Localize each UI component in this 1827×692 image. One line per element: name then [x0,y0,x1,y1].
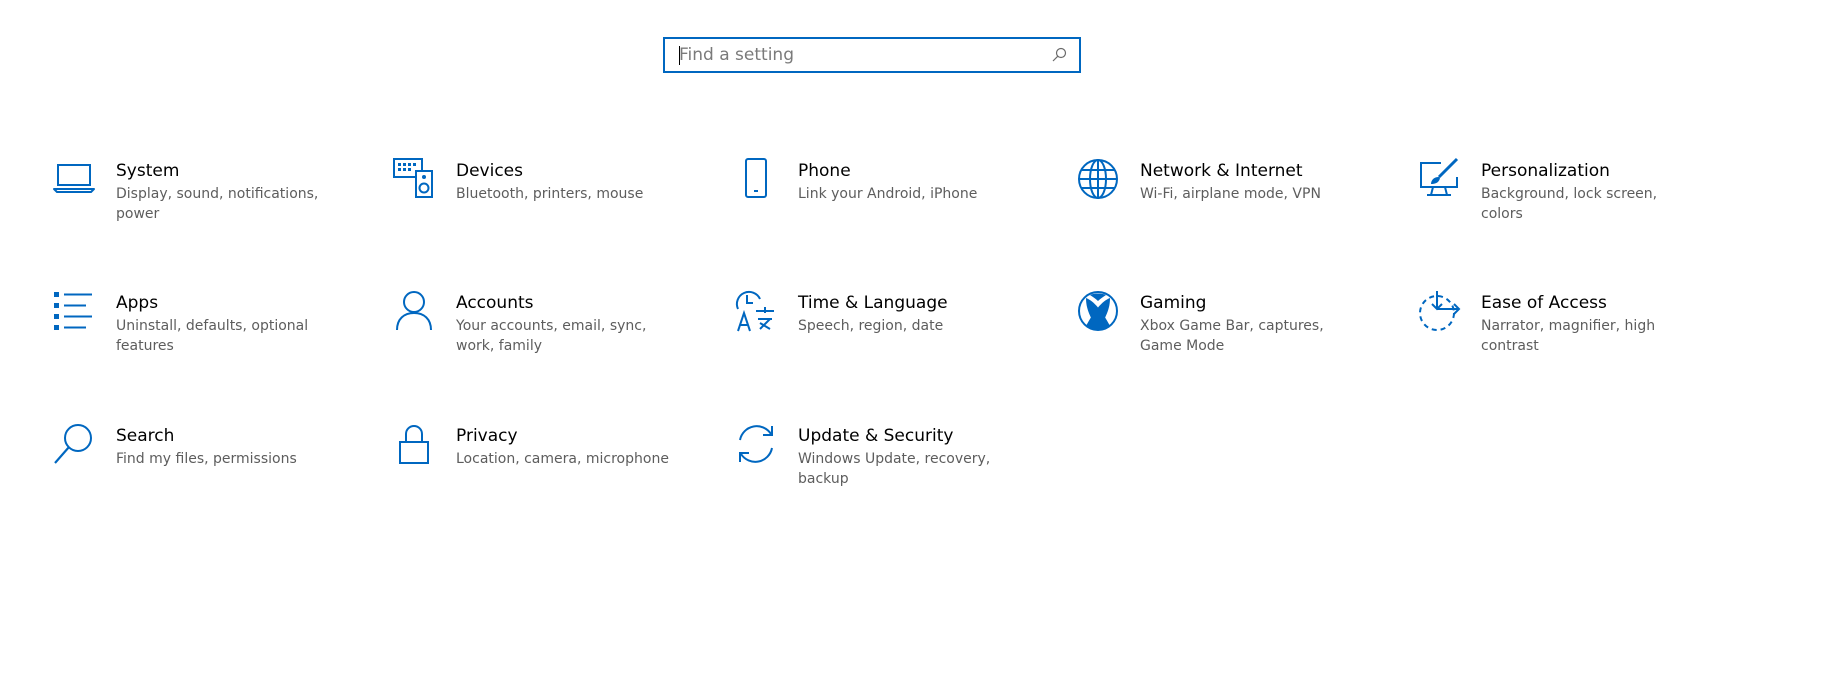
tile-title: Personalization [1481,161,1610,181]
laptop-icon [52,157,96,201]
tile-description: Link your Android, iPhone [798,186,978,202]
tile-title: Search [116,426,175,446]
paint-brush-icon [1417,157,1461,201]
tile-devices[interactable]: Devices Bluetooth, printers, mouse [392,157,692,267]
phone-icon [734,157,778,201]
ease-of-access-icon [1417,289,1461,333]
time-language-icon [734,289,778,333]
xbox-icon [1076,289,1120,333]
tile-title: Apps [116,293,159,313]
tile-gaming[interactable]: Gaming Xbox Game Bar, captures, Game Mod… [1076,289,1376,399]
search-icon[interactable] [1049,45,1069,65]
tile-title: Time & Language [798,293,948,313]
tile-description: Background, lock screen, colors [1481,186,1658,222]
tile-title: Network & Internet [1140,161,1303,181]
tile-title: Phone [798,161,851,181]
tile-title: Devices [456,161,523,181]
text-caret [679,46,680,65]
tile-time-language[interactable]: Time & Language Speech, region, date [734,289,1034,399]
tile-phone[interactable]: Phone Link your Android, iPhone [734,157,1034,267]
tile-description: Uninstall, defaults, optional features [116,318,309,354]
tile-ease-of-access[interactable]: Ease of Access Narrator, magnifier, high… [1417,289,1717,399]
apps-list-icon [52,289,96,333]
tile-accounts[interactable]: Accounts Your accounts, email, sync, wor… [392,289,692,399]
sync-arrows-icon [734,422,778,466]
tile-description: Display, sound, notifications, power [116,186,319,222]
tile-search[interactable]: Search Find my files, permissions [52,422,352,532]
settings-home: System Display, sound, notifications, po… [0,0,1827,692]
tile-title: Gaming [1140,293,1207,313]
tile-system[interactable]: System Display, sound, notifications, po… [52,157,352,267]
tile-description: Bluetooth, printers, mouse [456,186,644,202]
tile-privacy[interactable]: Privacy Location, camera, microphone [392,422,692,532]
tile-description: Location, camera, microphone [456,451,669,467]
tile-title: Ease of Access [1481,293,1607,313]
search-box[interactable] [663,37,1081,73]
magnifier-icon [52,422,96,466]
person-icon [392,289,436,333]
tile-description: Find my files, permissions [116,451,297,467]
tile-apps[interactable]: Apps Uninstall, defaults, optional featu… [52,289,352,399]
tile-description: Narrator, magnifier, high contrast [1481,318,1656,354]
lock-icon [392,422,436,466]
tile-description: Speech, region, date [798,318,944,334]
tile-description: Wi-Fi, airplane mode, VPN [1140,186,1321,202]
tile-title: System [116,161,180,181]
tile-network-internet[interactable]: Network & Internet Wi-Fi, airplane mode,… [1076,157,1376,267]
globe-icon [1076,157,1120,201]
tile-update-security[interactable]: Update & Security Windows Update, recove… [734,422,1034,532]
tile-description: Windows Update, recovery, backup [798,451,991,487]
tile-personalization[interactable]: Personalization Background, lock screen,… [1417,157,1717,267]
tile-title: Update & Security [798,426,954,446]
tile-title: Privacy [456,426,518,446]
tile-description: Xbox Game Bar, captures, Game Mode [1140,318,1324,354]
devices-icon [392,157,436,201]
tile-description: Your accounts, email, sync, work, family [456,318,647,354]
search-input[interactable] [665,39,1049,71]
tile-title: Accounts [456,293,534,313]
